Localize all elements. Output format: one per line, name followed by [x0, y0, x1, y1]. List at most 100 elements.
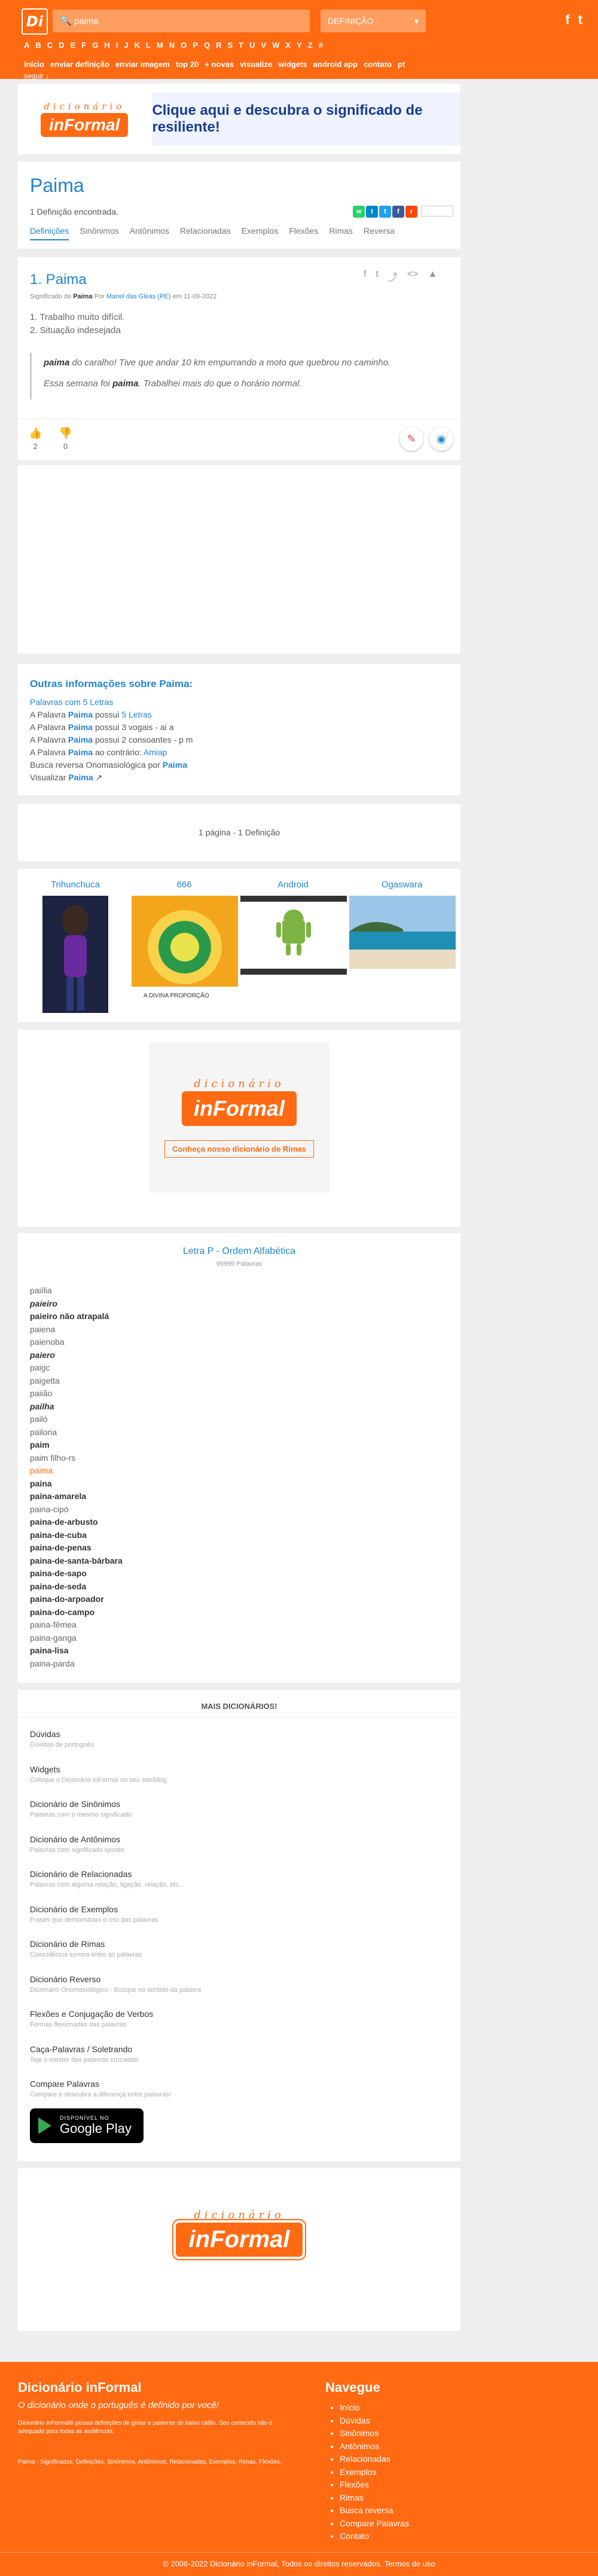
dictionary-link[interactable]: Widgets Coloque o Dicionário inFormal no …: [30, 1765, 201, 1800]
info-link[interactable]: Paima: [68, 773, 93, 782]
nav-link[interactable]: + novas: [205, 60, 234, 69]
letter-link[interactable]: S: [227, 41, 233, 50]
alphabetic-word-link[interactable]: paina-amarela: [30, 1490, 123, 1503]
alphabetic-word-link[interactable]: pailha: [30, 1400, 123, 1414]
footer-nav-link[interactable]: Relacionadas: [340, 2453, 409, 2466]
rimas-ad-box[interactable]: dicionário inFormal Conheça nosso dicion…: [150, 1043, 329, 1192]
dictionary-link[interactable]: Dúvidas Dúvidas de português: [30, 1729, 201, 1765]
footer-nav-link[interactable]: Sinônimos: [340, 2427, 409, 2440]
info-link[interactable]: Paima: [68, 747, 93, 757]
alphabetic-word-link[interactable]: paina-do-arpoador: [30, 1593, 123, 1606]
tab[interactable]: Relacionadas: [180, 226, 231, 240]
alphabetic-word-link[interactable]: paiero: [30, 1349, 123, 1362]
letter-link[interactable]: A: [24, 41, 29, 50]
share-icon[interactable]: ⤴: [388, 269, 398, 283]
footer-nav-link[interactable]: Dúvidas: [340, 2415, 409, 2428]
nav-link[interactable]: widgets: [278, 60, 307, 69]
dictionary-link[interactable]: Caça-Palavras / Soletrando Teje o mestre …: [30, 2044, 201, 2080]
alphabetic-word-link[interactable]: paieiro não atrapalá: [30, 1310, 123, 1323]
nav-link[interactable]: contato: [364, 60, 392, 69]
related-label[interactable]: Trihunchuca: [23, 880, 128, 890]
alphabetic-word-link[interactable]: paim: [30, 1439, 123, 1452]
alphabetic-word-link[interactable]: paigetta: [30, 1375, 123, 1388]
letter-link[interactable]: L: [146, 41, 151, 50]
related-image[interactable]: [240, 896, 347, 975]
alphabetic-word-link[interactable]: paiena: [30, 1323, 123, 1336]
info-link[interactable]: Paima: [68, 735, 93, 744]
alphabetic-word-link[interactable]: paina-parda: [30, 1658, 123, 1671]
dictionary-title[interactable]: Widgets: [30, 1765, 201, 1774]
footer-nav-link[interactable]: Antônimos: [340, 2440, 409, 2453]
banner-text[interactable]: Clique aqui e descubra o significado de …: [152, 93, 460, 145]
facebook-share-icon[interactable]: f: [392, 206, 404, 218]
info-link[interactable]: 5 Letras: [121, 710, 152, 719]
letter-link[interactable]: H: [104, 41, 109, 50]
tab[interactable]: Reversa: [364, 226, 395, 240]
dictionary-title[interactable]: Compare Palavras: [30, 2079, 201, 2089]
alphabetic-word-link[interactable]: pailó: [30, 1413, 123, 1426]
info-link[interactable]: Amiap: [144, 747, 167, 757]
dictionary-link[interactable]: Flexões e Conjugação de Verbos Formas fle…: [30, 2009, 201, 2044]
tab[interactable]: Sinônimos: [80, 226, 118, 240]
alphabetic-title[interactable]: Letra P - Ordem Alfabética: [18, 1246, 460, 1257]
search-box[interactable]: 🔍: [53, 10, 310, 32]
whatsapp-icon[interactable]: w: [353, 206, 365, 218]
alphabetic-word-link[interactable]: paina-de-sapo: [30, 1567, 123, 1580]
related-item[interactable]: Android: [240, 880, 347, 978]
alphabetic-word-link[interactable]: paigc: [30, 1362, 123, 1375]
letter-link[interactable]: T: [239, 41, 243, 50]
letter-link[interactable]: U: [249, 41, 255, 50]
letter-link[interactable]: I: [116, 41, 118, 50]
alphabetic-word-link[interactable]: paina-de-arbusto: [30, 1516, 123, 1529]
dictionary-link[interactable]: Dicionário de Antônimos Palavras com sign…: [30, 1835, 201, 1870]
embed-icon[interactable]: <>: [407, 269, 419, 283]
alphabetic-word-link[interactable]: paim filho-rs: [30, 1452, 123, 1465]
edit-button[interactable]: ✎: [399, 427, 423, 451]
alphabetic-word-link[interactable]: paina: [30, 1478, 123, 1491]
nav-link[interactable]: android app: [313, 60, 358, 69]
dictionary-title[interactable]: Dicionário Reverso: [30, 1974, 201, 1984]
tab[interactable]: Rimas: [329, 226, 353, 240]
related-item[interactable]: Ogaswara: [349, 880, 456, 972]
letter-link[interactable]: B: [35, 41, 41, 50]
alphabetic-word-link[interactable]: paina-lisa: [30, 1644, 123, 1658]
nav-link[interactable]: visualize: [240, 60, 272, 69]
letter-link[interactable]: O: [181, 41, 187, 50]
info-link[interactable]: Paima: [68, 710, 93, 719]
related-label[interactable]: Android: [240, 880, 346, 890]
alphabetic-word-link[interactable]: paina-de-cuba: [30, 1529, 123, 1542]
dictionary-title[interactable]: Dúvidas: [30, 1729, 201, 1739]
dictionary-link[interactable]: Dicionário de Sinônimos Palavras com o me…: [30, 1799, 201, 1835]
terms-link[interactable]: Termos de uso: [385, 2559, 435, 2568]
letter-link[interactable]: G: [92, 41, 98, 50]
letter-link[interactable]: X: [285, 41, 291, 50]
letter-link[interactable]: E: [71, 41, 76, 50]
top-banner-ad[interactable]: dicionário inFormal Clique aqui e descub…: [18, 84, 460, 154]
nav-link[interactable]: pt: [398, 60, 405, 69]
letter-link[interactable]: P: [193, 41, 198, 50]
alphabetic-word-link[interactable]: paima: [30, 1464, 123, 1478]
dictionary-link[interactable]: Dicionário de Rimas Coincidência sonora e…: [30, 1939, 201, 1974]
twitter-icon[interactable]: t: [578, 12, 582, 28]
info-link[interactable]: Palavras com 5 Letras: [30, 697, 113, 707]
related-label[interactable]: Ogaswara: [349, 880, 454, 890]
dictionary-title[interactable]: Dicionário de Relacionadas: [30, 1869, 201, 1879]
alphabetic-word-link[interactable]: paiília: [30, 1284, 123, 1298]
alphabetic-word-link[interactable]: paina-de-penas: [30, 1542, 123, 1555]
letter-link[interactable]: Q: [204, 41, 210, 50]
letter-link[interactable]: W: [272, 41, 279, 50]
facebook-icon[interactable]: f: [565, 12, 569, 28]
tab[interactable]: Flexões: [289, 226, 318, 240]
tab[interactable]: Antônimos: [130, 226, 169, 240]
letter-link[interactable]: F: [81, 41, 86, 50]
author-link[interactable]: Mariel das Gleas (PE): [106, 293, 171, 300]
nav-link[interactable]: top 20: [176, 60, 199, 69]
search-icon[interactable]: 🔍: [60, 15, 74, 27]
dictionary-link[interactable]: Dicionário de Exemplos Frases que demonst…: [30, 1904, 201, 1940]
alphabetic-word-link[interactable]: paienoba: [30, 1336, 123, 1349]
dictionary-title[interactable]: Flexões e Conjugação de Verbos: [30, 2009, 201, 2019]
footer-nav-link[interactable]: Rimas: [340, 2492, 409, 2505]
tab[interactable]: Definições: [30, 226, 69, 240]
bottom-logo[interactable]: dicionário inFormal: [161, 2209, 317, 2257]
letter-link[interactable]: #: [319, 41, 323, 50]
